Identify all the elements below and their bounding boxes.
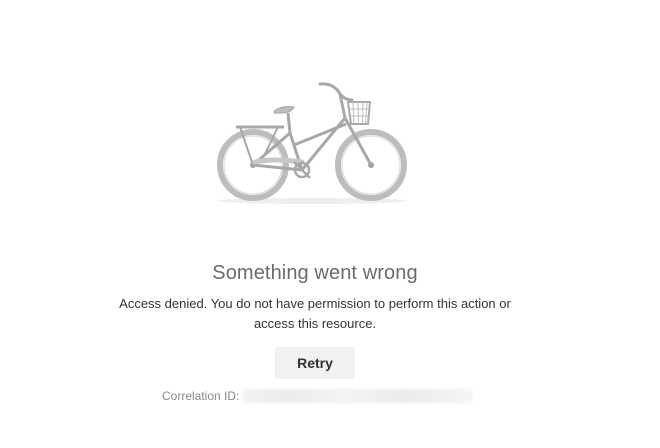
- correlation-id: Correlation ID:: [162, 389, 474, 403]
- correlation-id-value-redacted: [243, 389, 474, 403]
- error-message: Access denied. You do not have permissio…: [119, 296, 511, 331]
- retry-button[interactable]: Retry: [275, 347, 355, 379]
- error-page: Something went wrong Access denied. You …: [0, 0, 660, 448]
- error-title: Something went wrong: [212, 262, 418, 284]
- correlation-id-label: Correlation ID:: [162, 389, 240, 403]
- bicycle-illustration-icon: [217, 82, 407, 204]
